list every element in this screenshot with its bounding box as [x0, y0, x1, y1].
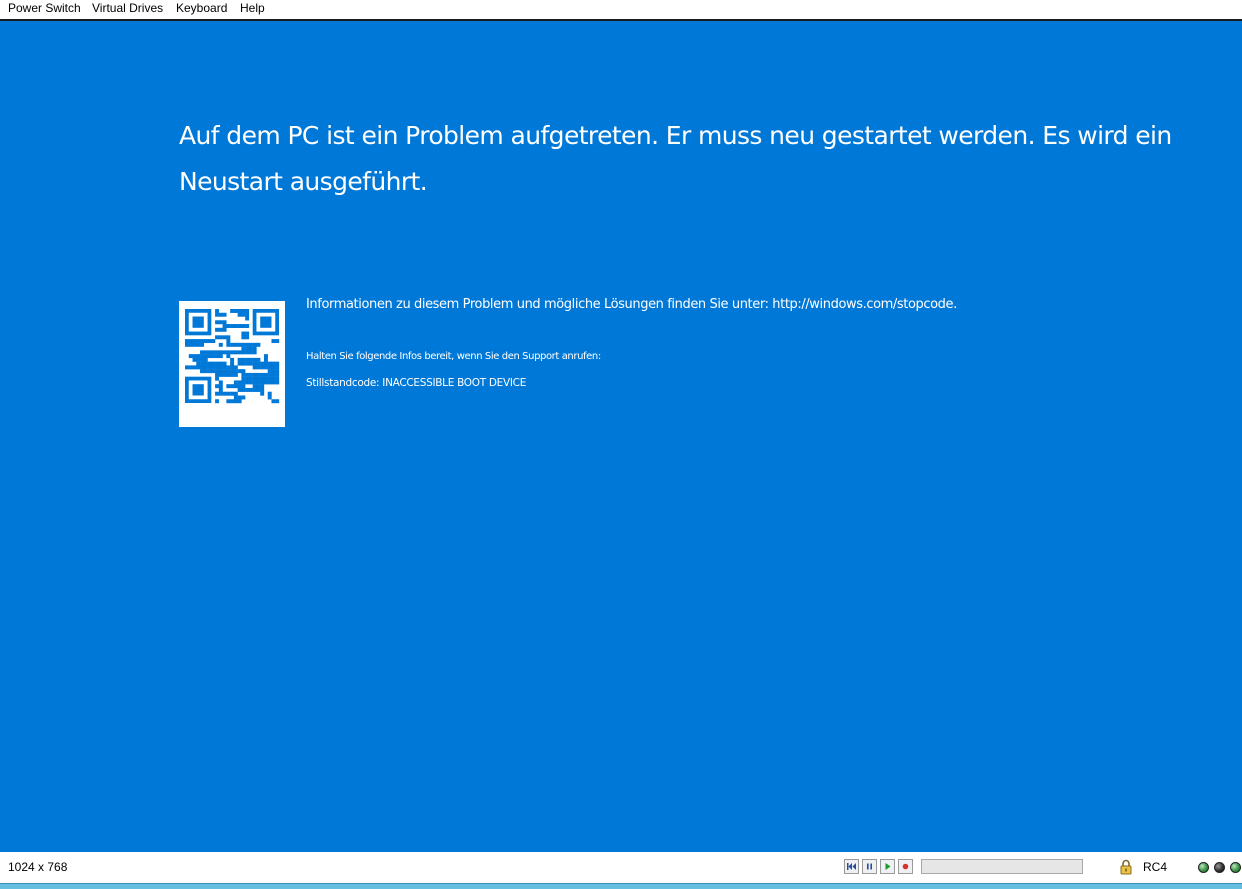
menu-help[interactable]: Help — [240, 1, 265, 15]
indicator-led-2 — [1214, 862, 1225, 873]
encryption-label: RC4 — [1143, 860, 1168, 874]
progress-bar — [921, 859, 1083, 874]
bsod-headline: Auf dem PC ist ein Problem aufgetreten. … — [179, 121, 1172, 196]
qr-code-icon — [179, 301, 285, 427]
play-icon[interactable] — [880, 859, 895, 874]
skip-back-icon[interactable] — [844, 859, 859, 874]
pause-icon[interactable] — [862, 859, 877, 874]
status-bar: 1024 x 768 RC4 — [0, 852, 1242, 883]
resolution-label: 1024 x 768 — [8, 860, 68, 874]
remote-screen[interactable]: Auf dem PC ist ein Problem aufgetreten. … — [0, 21, 1242, 852]
stop-code-text: Stillstandcode: INACCESSIBLE BOOT DEVICE — [306, 377, 527, 389]
menu-virtual-drives[interactable]: Virtual Drives — [92, 1, 163, 15]
indicator-led-1 — [1198, 862, 1209, 873]
record-icon[interactable] — [898, 859, 913, 874]
lock-icon — [1119, 859, 1133, 880]
indicator-led-3 — [1230, 862, 1241, 873]
support-info-text: Halten Sie folgende Infos bereit, wenn S… — [306, 351, 601, 362]
menu-bar: Power Switch Virtual Drives Keyboard Hel… — [0, 0, 1242, 21]
bottom-strip — [0, 883, 1242, 889]
stopcode-info-text: Informationen zu diesem Problem und mögl… — [306, 297, 957, 312]
menu-keyboard[interactable]: Keyboard — [176, 1, 227, 15]
menu-power-switch[interactable]: Power Switch — [8, 1, 81, 15]
